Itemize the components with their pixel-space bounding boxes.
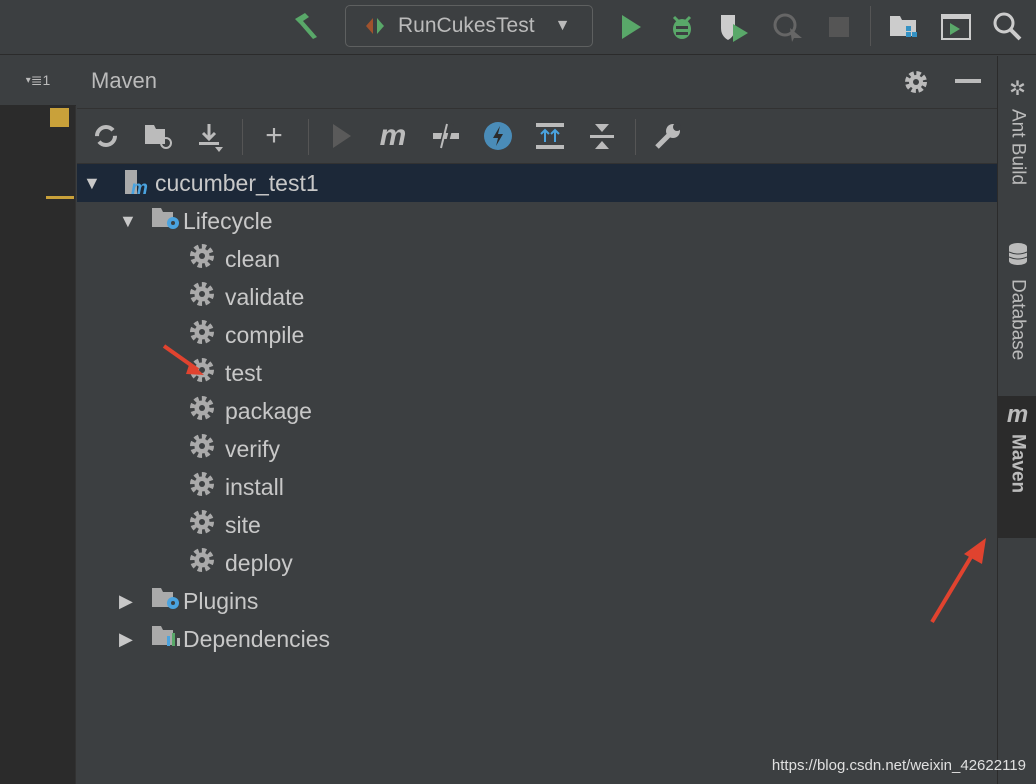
maven-project-icon: m [123,168,153,199]
main-toolbar: RunCukesTest ▼ [0,0,1036,55]
reload-icon[interactable] [91,121,121,151]
panel-title: Maven [91,68,158,93]
add-icon[interactable]: + [259,119,289,152]
phase-label: verify [225,435,280,462]
gear-icon [189,281,225,313]
project-name: cucumber_test1 [155,169,319,196]
tree-node-lifecycle[interactable]: ▼ Lifecycle [77,202,997,240]
plugins-label: Plugins [183,587,259,614]
debug-bug-icon[interactable] [664,10,700,44]
watermark: https://blog.csdn.net/weixin_42622119 [771,757,1026,774]
tab-ant-build[interactable]: ✲ Ant Build [998,68,1036,208]
tree-node-project[interactable]: ▼ m cucumber_test1 [77,164,997,202]
minimize-icon[interactable] [955,79,981,83]
editor-gutter: ▾ ≣1 [0,56,76,784]
lifecycle-phase-clean[interactable]: clean [77,240,997,278]
structure-toggle[interactable]: ▾ ≣1 [0,56,76,106]
phase-label: test [225,359,263,386]
phase-label: site [225,511,261,538]
maven-settings-wrench-icon[interactable] [651,121,685,151]
gear-icon [189,471,225,503]
execute-maven-goal-icon[interactable]: m [375,119,411,153]
gear-icon [189,395,225,427]
run-icon[interactable] [614,10,648,44]
lifecycle-folder-icon [151,205,183,237]
download-icon[interactable] [193,121,227,153]
dependencies-label: Dependencies [183,625,331,652]
annotation-arrow-maven-tab [930,538,986,624]
lifecycle-phase-install[interactable]: install [77,468,997,506]
phase-label: validate [225,283,305,310]
skip-tests-icon[interactable] [481,121,515,151]
expand-arrow-icon[interactable]: ▼ [119,211,147,232]
build-hammer-icon[interactable] [288,8,324,44]
generate-sources-icon[interactable] [141,121,175,151]
phase-label: package [225,397,312,424]
lifecycle-phase-deploy[interactable]: deploy [77,544,997,582]
tab-label: Ant Build [1007,109,1029,186]
phase-label: install [225,473,284,500]
project-structure-icon[interactable] [886,10,922,44]
tab-label: Database [1007,279,1029,361]
tab-maven[interactable]: m Maven [998,396,1036,538]
structure-label: ≣1 [30,72,51,88]
maven-toolbar: + m [77,108,997,164]
expand-arrow-icon[interactable]: ▼ [83,173,111,194]
phase-label: deploy [225,549,293,576]
warning-marker[interactable] [50,108,69,127]
toolbar-divider [870,6,871,46]
lifecycle-phase-validate[interactable]: validate [77,278,997,316]
chevron-down-icon: ▼ [554,17,571,34]
run-configuration-select[interactable]: RunCukesTest ▼ [345,5,593,47]
run-maven-build-icon[interactable] [327,121,357,151]
run-anything-icon[interactable] [938,10,974,44]
database-icon [1007,242,1029,271]
annotation-arrow-test [162,344,204,375]
maven-tool-window: Maven + m ▼ m cucumber_test1 ▼ Lifecycle… [77,56,997,784]
ant-icon: ✲ [1009,78,1026,100]
lifecycle-phase-verify[interactable]: verify [77,430,997,468]
lifecycle-label: Lifecycle [183,207,273,234]
expand-arrow-icon[interactable]: ▶ [119,591,147,612]
run-config-icon [366,18,384,34]
lifecycle-phase-site[interactable]: site [77,506,997,544]
show-dependencies-icon[interactable] [533,121,567,151]
tab-database[interactable]: Database [998,234,1036,384]
gear-icon [189,547,225,579]
profiler-icon[interactable] [770,10,806,44]
gear-icon [189,509,225,541]
gear-icon [189,433,225,465]
maven-icon: m [1006,401,1029,428]
search-icon[interactable] [988,8,1026,44]
gear-icon [189,243,225,275]
change-marker [46,196,74,199]
stop-icon[interactable] [822,10,856,44]
run-with-coverage-icon[interactable] [716,10,752,44]
collapse-all-icon[interactable] [585,121,619,151]
plugins-folder-icon [151,585,183,617]
tab-label: Maven [1007,434,1029,494]
right-tool-window-bar: ✲ Ant Build Database m Maven [997,56,1036,784]
expand-arrow-icon[interactable]: ▶ [119,629,147,650]
phase-label: clean [225,245,280,272]
toggle-offline-icon[interactable] [429,121,463,151]
phase-label: compile [225,321,305,348]
lifecycle-phase-package[interactable]: package [77,392,997,430]
tree-node-plugins[interactable]: ▶ Plugins [77,582,997,620]
settings-gear-icon[interactable] [901,68,931,96]
tree-node-dependencies[interactable]: ▶ Dependencies [77,620,997,658]
run-config-label: RunCukesTest [398,14,535,37]
dependencies-folder-icon [151,623,183,655]
